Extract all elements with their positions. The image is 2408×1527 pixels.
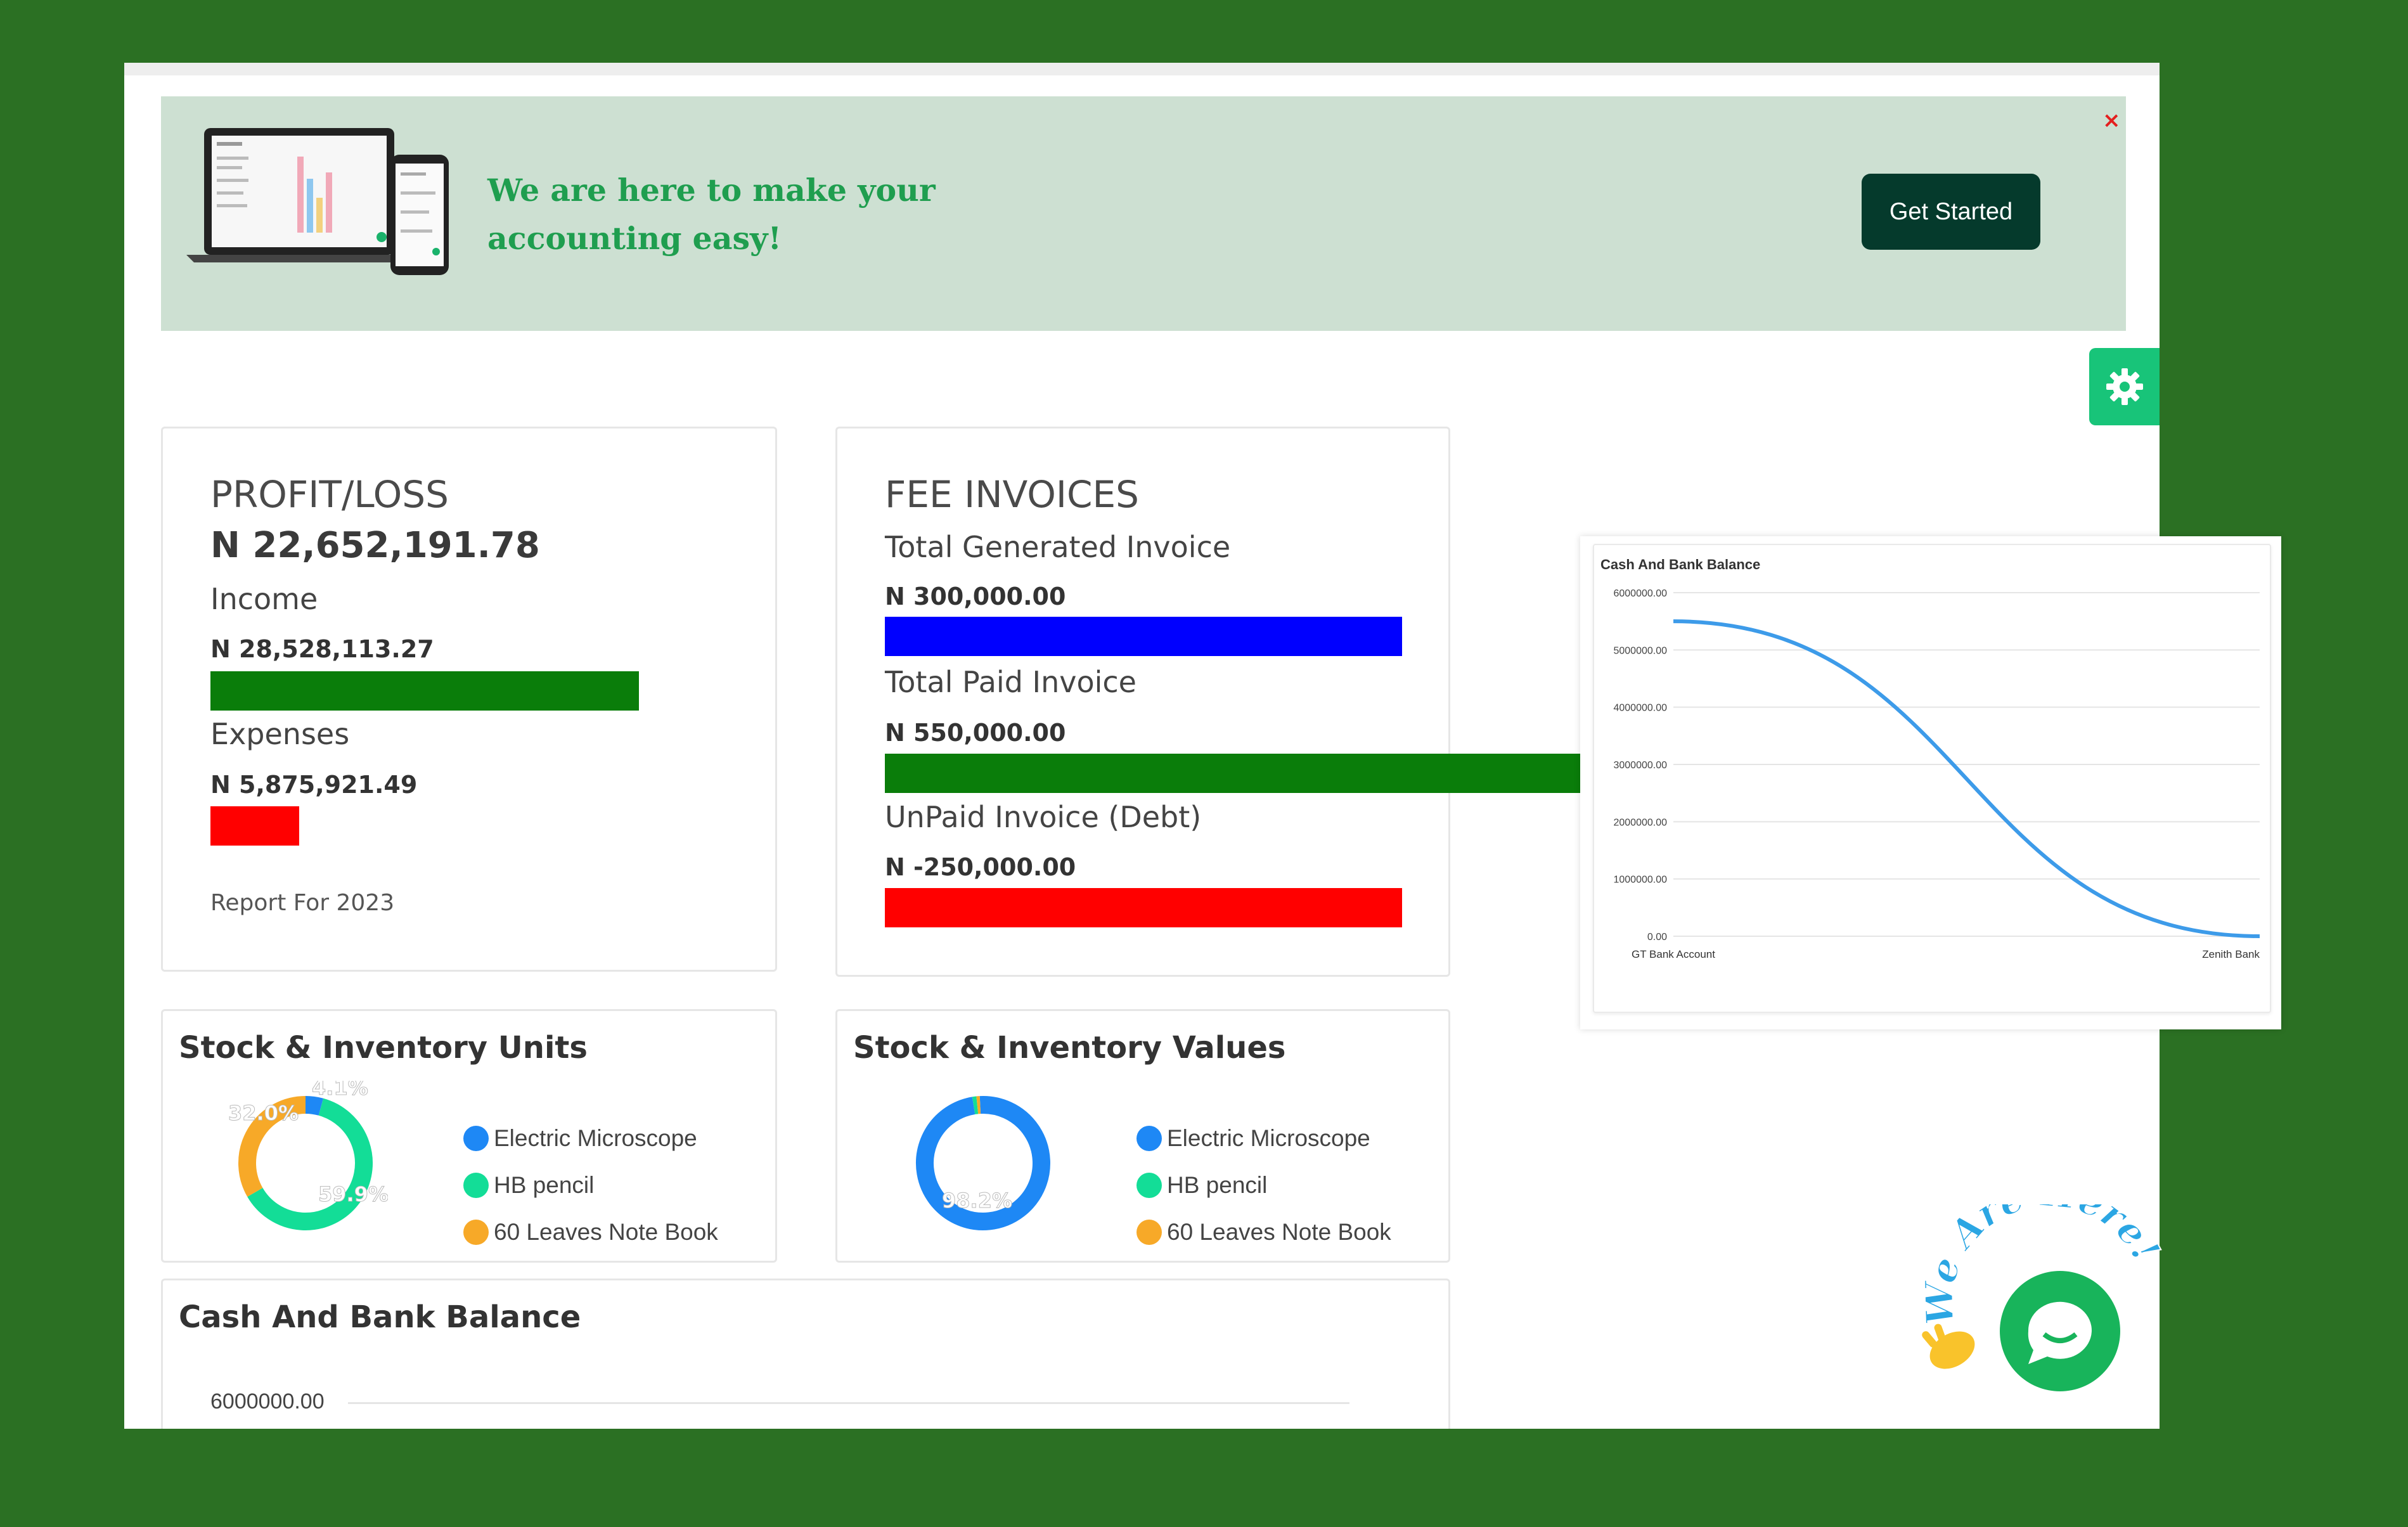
y-tick-label: 2000000.00 [1613, 817, 1667, 828]
devices-illustration [186, 128, 449, 275]
cash-bank-chart-frame: Cash And Bank Balance 6000000.00 5000000.… [1593, 544, 2271, 1013]
expenses-label: Expenses [210, 717, 350, 751]
legend-label: 60 Leaves Note Book [1167, 1219, 1391, 1245]
unpaid-invoice-value: N -250,000.00 [885, 853, 1076, 881]
legend-item[interactable]: HB pencil [463, 1172, 594, 1199]
donut-slice [305, 1096, 324, 1116]
stock-units-card: Stock & Inventory Units 4.1% 59.9% 32.0%… [161, 1009, 777, 1263]
unpaid-invoice-bar [885, 888, 1402, 927]
line-chart-series [1673, 619, 2260, 938]
y-tick-label: 1000000.00 [1613, 875, 1667, 886]
line-chart-yticks: 6000000.00 5000000.00 4000000.00 3000000.00… [1613, 588, 1667, 943]
cash-bank-card: Cash And Bank Balance 6000000.00 [161, 1279, 1450, 1429]
income-value: N 28,528,113.27 [210, 635, 434, 663]
legend-dot [1136, 1126, 1162, 1151]
get-started-button[interactable]: Get Started [1862, 174, 2040, 250]
line-chart-xticks: GT Bank Account Zenith Bank [1632, 948, 2260, 960]
y-tick-label: 0.00 [1647, 932, 1667, 943]
report-year: Report For 2023 [210, 890, 395, 916]
y-tick-label: 4000000.00 [1613, 703, 1667, 714]
paid-invoice-value: N 550,000.00 [885, 719, 1066, 747]
income-bar [210, 671, 639, 711]
profit-loss-card: PROFIT/LOSS N 22,652,191.78 Income N 28,… [161, 427, 777, 972]
profit-loss-title: PROFIT/LOSS [210, 473, 449, 516]
line-chart-title: Cash And Bank Balance [1600, 557, 1760, 572]
units-slice-label-1: 4.1% [312, 1081, 368, 1100]
gear-icon [2106, 368, 2143, 405]
legend-item[interactable]: 60 Leaves Note Book [1136, 1219, 1391, 1246]
legend-item[interactable]: 60 Leaves Note Book [463, 1219, 718, 1246]
paid-invoice-bar [885, 754, 1582, 793]
line-chart-grid [1673, 592, 2260, 937]
income-label: Income [210, 582, 318, 616]
banner-message: We are here to make your accounting easy… [487, 172, 936, 257]
fee-invoices-title: FEE INVOICES [885, 473, 1139, 516]
x-tick-label: Zenith Bank [2202, 948, 2260, 960]
values-slice-label-1: 98.2% [942, 1189, 1012, 1213]
legend-label: HB pencil [1167, 1172, 1268, 1198]
top-strip [124, 63, 2160, 75]
y-tick-label: 5000000.00 [1613, 645, 1667, 656]
cash-bank-gridline [348, 1402, 1349, 1404]
units-slice-label-3: 32.0% [228, 1101, 299, 1125]
legend-dot [463, 1173, 489, 1198]
legend-item[interactable]: Electric Microscope [1136, 1125, 1370, 1152]
cash-bank-line-chart: Cash And Bank Balance 6000000.00 5000000.… [1600, 557, 2260, 960]
unpaid-invoice-label: UnPaid Invoice (Debt) [885, 800, 1202, 834]
cash-bank-chart-popup: Cash And Bank Balance 6000000.00 5000000.… [1580, 536, 2281, 1029]
expenses-value: N 5,875,921.49 [210, 771, 418, 799]
banner-close-icon[interactable]: × [2102, 108, 2121, 133]
generated-invoice-bar [885, 617, 1402, 656]
legend-dot [1136, 1173, 1162, 1198]
legend-dot [463, 1126, 489, 1151]
x-tick-label: GT Bank Account [1632, 948, 1715, 960]
legend-label: Electric Microscope [494, 1125, 697, 1151]
stock-values-title: Stock & Inventory Values [853, 1030, 1286, 1066]
generated-invoice-value: N 300,000.00 [885, 583, 1066, 610]
settings-gear-button[interactable] [2089, 348, 2160, 425]
units-slice-label-2: 59.9% [318, 1182, 388, 1206]
promo-banner: We are here to make your accounting easy… [161, 96, 2126, 331]
stock-values-card: Stock & Inventory Values 98.2% Electric … [835, 1009, 1450, 1263]
legend-item[interactable]: HB pencil [1136, 1172, 1267, 1199]
stock-units-title: Stock & Inventory Units [179, 1030, 588, 1066]
stock-units-donut: 4.1% 59.9% 32.0% [228, 1081, 388, 1230]
legend-label: Electric Microscope [1167, 1125, 1370, 1151]
y-tick-label: 6000000.00 [1613, 588, 1667, 599]
profit-loss-value: N 22,652,191.78 [210, 525, 540, 566]
stock-values-donut: 98.2% [916, 1096, 1050, 1230]
legend-label: 60 Leaves Note Book [494, 1219, 718, 1245]
expenses-bar [210, 806, 299, 846]
generated-invoice-label: Total Generated Invoice [885, 530, 1231, 564]
cash-bank-title: Cash And Bank Balance [179, 1299, 581, 1335]
y-tick-label: 3000000.00 [1613, 760, 1667, 771]
paid-invoice-label: Total Paid Invoice [885, 665, 1136, 699]
chat-widget[interactable]: We Are Here! [1908, 1204, 2174, 1407]
fee-invoices-card: FEE INVOICES Total Generated Invoice N 3… [835, 427, 1450, 977]
legend-label: HB pencil [494, 1172, 595, 1198]
legend-item[interactable]: Electric Microscope [463, 1125, 697, 1152]
legend-dot [1136, 1220, 1162, 1245]
waving-hand-icon [1922, 1324, 1975, 1369]
cash-bank-first-tick: 6000000.00 [210, 1389, 325, 1414]
legend-dot [463, 1220, 489, 1245]
